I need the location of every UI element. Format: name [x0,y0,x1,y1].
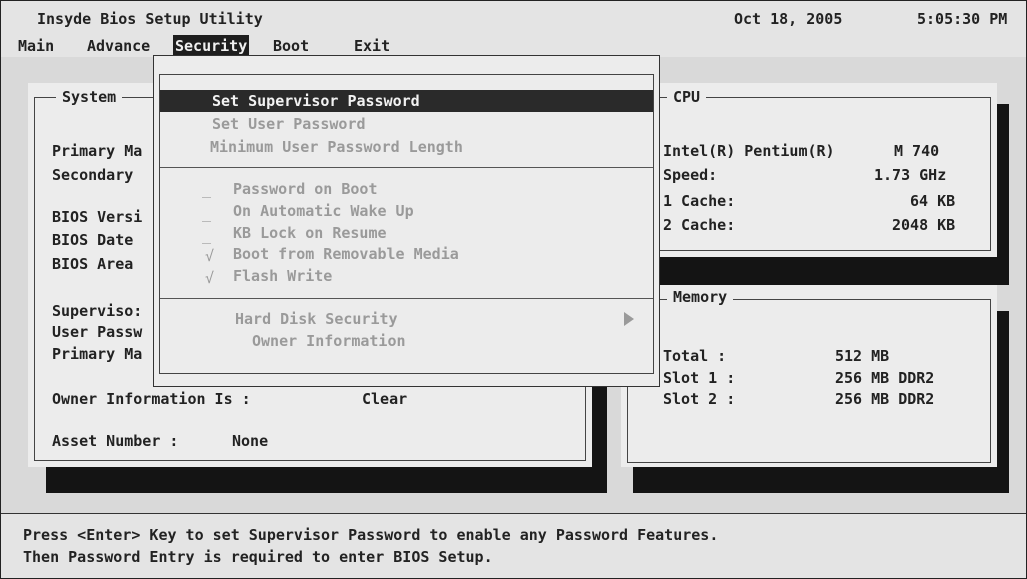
memory-panel: Memory Total : 512 MB Slot 1 : 256 MB DD… [621,285,997,467]
checkmark-icon: √ [205,247,215,265]
system-label-primary-master: Primary Ma [52,142,143,160]
system-label-primary-master-2: Primary Ma [52,345,143,363]
system-label-bios-version: BIOS Versi [52,208,143,226]
system-panel-title: System [56,88,123,106]
password-on-boot-item[interactable]: _ Password on Boot [160,178,653,200]
cpu-panel: CPU Intel(R) Pentium(R) M 740 Speed: 1.7… [621,83,997,257]
unchecked-icon: _ [202,204,212,222]
memory-slot2-value: 256 MB DDR2 [835,390,935,408]
unchecked-icon: _ [202,180,212,198]
system-label-secondary: Secondary [52,166,134,184]
cpu-panel-title: CPU [667,88,707,106]
system-panel-shadow [46,467,606,493]
menu-security[interactable]: Security [173,35,250,57]
boot-removable-media-label: Boot from Removable Media [233,245,459,263]
automatic-wake-up-item[interactable]: _ On Automatic Wake Up [160,200,653,222]
submenu-arrow-icon [624,312,634,326]
cpu-panel-shadow [633,257,1009,285]
help-bar: Press <Enter> Key to set Supervisor Pass… [1,513,1026,578]
asset-number-value: None [232,432,269,450]
menu-main[interactable]: Main [18,35,54,57]
cpu-speed-value: 1.73 GHz [874,166,947,184]
set-user-password-label: Set User Password [212,115,366,133]
system-label-bios-date: BIOS Date [52,231,134,249]
hard-disk-security-item[interactable]: Hard Disk Security [160,308,653,330]
cpu-l1-value: 64 KB [910,192,956,210]
help-line-2: Then Password Entry is required to enter… [23,548,493,566]
owner-info-value: Clear [362,390,408,408]
menu-bar: Main Advance Security Boot Exit [1,35,1026,57]
memory-panel-shadow-side [995,311,1009,493]
time-display: 5:05:30 PM [917,10,1008,28]
set-user-password-item[interactable]: Set User Password [160,113,653,135]
memory-total-value: 512 MB [835,347,890,365]
owner-info-label: Owner Information Is : [52,390,251,408]
app-title: Insyde Bios Setup Utility [37,10,263,28]
memory-total-label: Total : [663,347,727,365]
memory-slot2-label: Slot 2 : [663,390,736,408]
boot-removable-media-item[interactable]: √ Boot from Removable Media [160,243,653,265]
menu-exit[interactable]: Exit [354,35,390,57]
bios-screen: Insyde Bios Setup Utility Oct 18, 2005 5… [0,0,1027,579]
memory-panel-shadow [633,467,1009,493]
separator [160,298,653,299]
system-label-bios-area: BIOS Area [52,255,134,273]
date-display: Oct 18, 2005 [734,10,843,28]
automatic-wake-up-label: On Automatic Wake Up [233,202,414,220]
cpu-panel-shadow-side [995,104,1009,285]
flash-write-label: Flash Write [233,267,333,285]
owner-information-label: Owner Information [252,332,406,350]
hard-disk-security-label: Hard Disk Security [235,310,398,328]
menu-boot[interactable]: Boot [273,35,309,57]
flash-write-item[interactable]: √ Flash Write [160,265,653,287]
cpu-model-number: M 740 [894,142,940,160]
cpu-speed-label: Speed: [663,166,718,184]
cpu-l2-value: 2048 KB [892,216,956,234]
set-supervisor-password-item[interactable]: Set Supervisor Password [160,90,653,112]
kb-lock-on-resume-item[interactable]: _ KB Lock on Resume [160,222,653,244]
cpu-l2-label: 2 Cache: [663,216,736,234]
security-dropdown-inner: Set Supervisor Password Set User Passwor… [159,74,654,374]
set-supervisor-password-label: Set Supervisor Password [212,92,420,110]
memory-slot1-label: Slot 1 : [663,369,736,387]
asset-number-label: Asset Number : [52,432,179,450]
help-line-1: Press <Enter> Key to set Supervisor Pass… [23,526,719,544]
system-label-supervisor: Superviso: [52,302,143,320]
security-dropdown-menu: Set Supervisor Password Set User Passwor… [153,55,660,387]
owner-information-item[interactable]: Owner Information [160,330,653,352]
checkmark-icon: √ [205,269,215,287]
kb-lock-on-resume-label: KB Lock on Resume [233,224,387,242]
min-password-length-label: Minimum User Password Length [210,138,463,156]
min-password-length-item[interactable]: Minimum User Password Length [160,136,653,158]
memory-slot1-value: 256 MB DDR2 [835,369,935,387]
system-label-user-password: User Passw [52,323,143,341]
title-bar: Insyde Bios Setup Utility Oct 18, 2005 5… [1,1,1026,35]
cpu-model: Intel(R) Pentium(R) [663,142,835,160]
separator [160,167,653,168]
password-on-boot-label: Password on Boot [233,180,378,198]
menu-advance[interactable]: Advance [87,35,150,57]
cpu-l1-label: 1 Cache: [663,192,736,210]
memory-panel-title: Memory [667,288,734,306]
